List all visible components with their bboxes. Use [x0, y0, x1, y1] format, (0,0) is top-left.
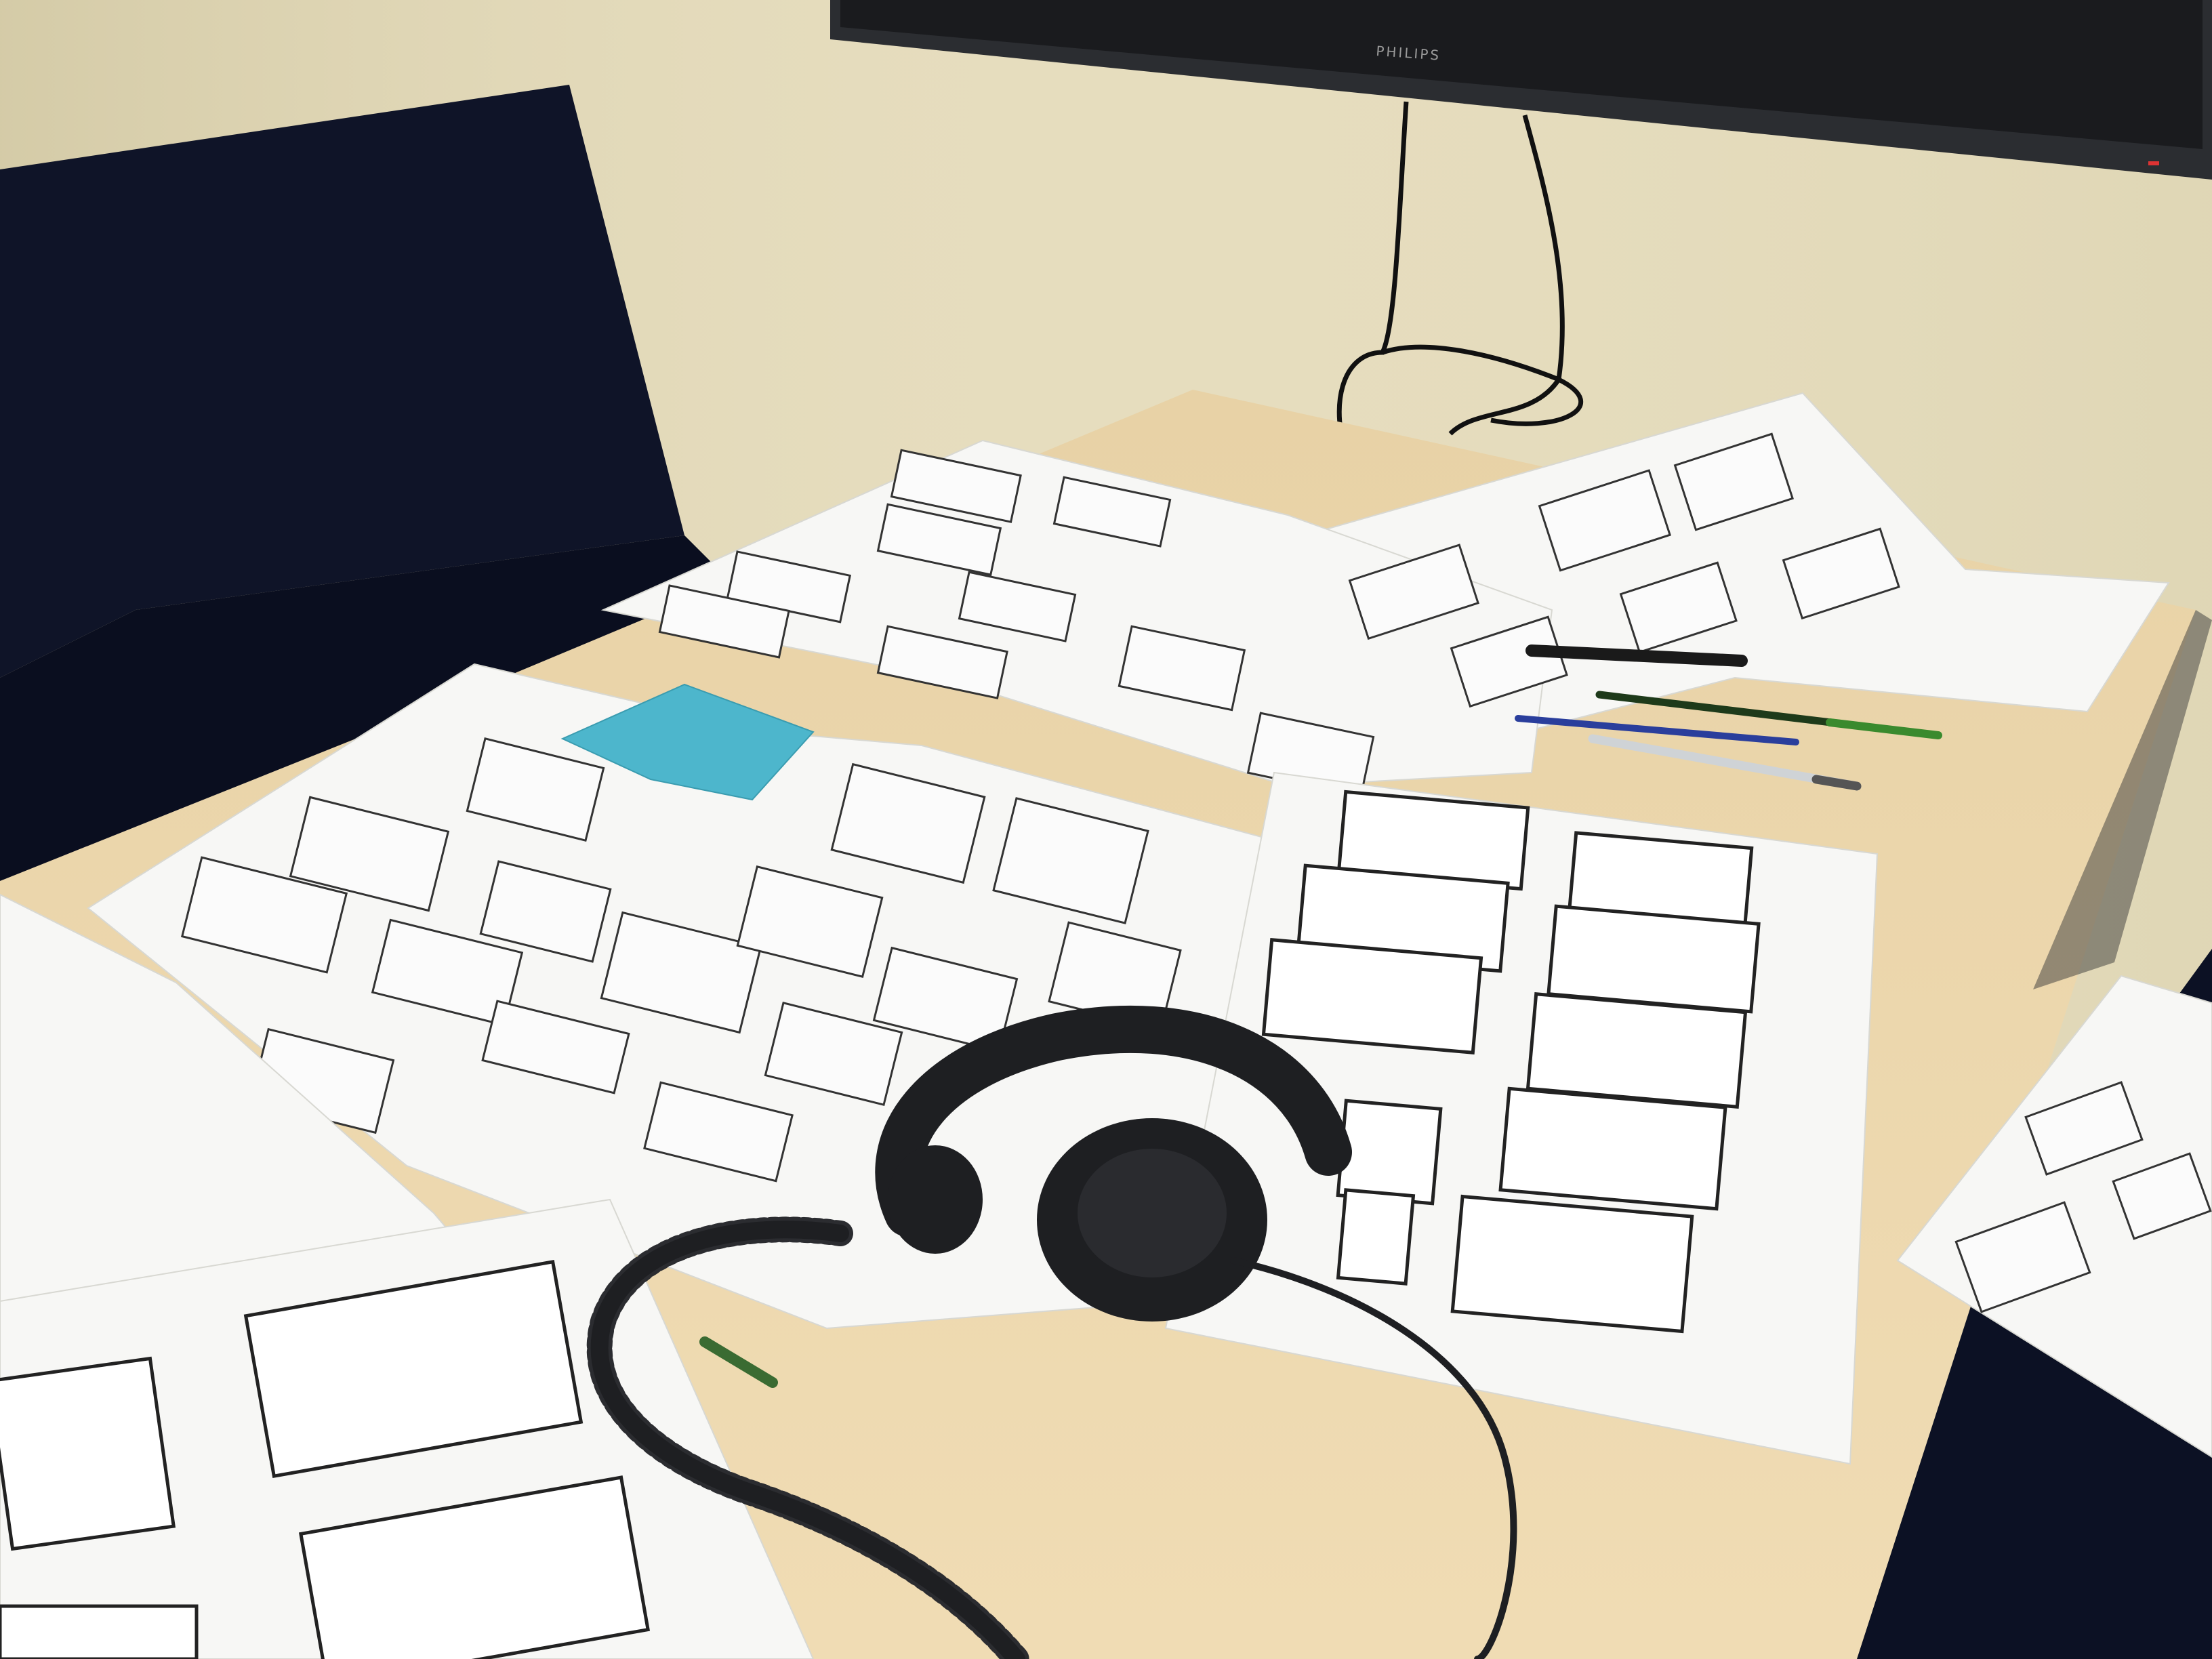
headphone-right-cushion [1078, 1149, 1227, 1277]
photo-scene: PHILIPS [0, 0, 2212, 1659]
headphone-left-cup [888, 1145, 983, 1254]
tv-power-led [2148, 161, 2159, 165]
